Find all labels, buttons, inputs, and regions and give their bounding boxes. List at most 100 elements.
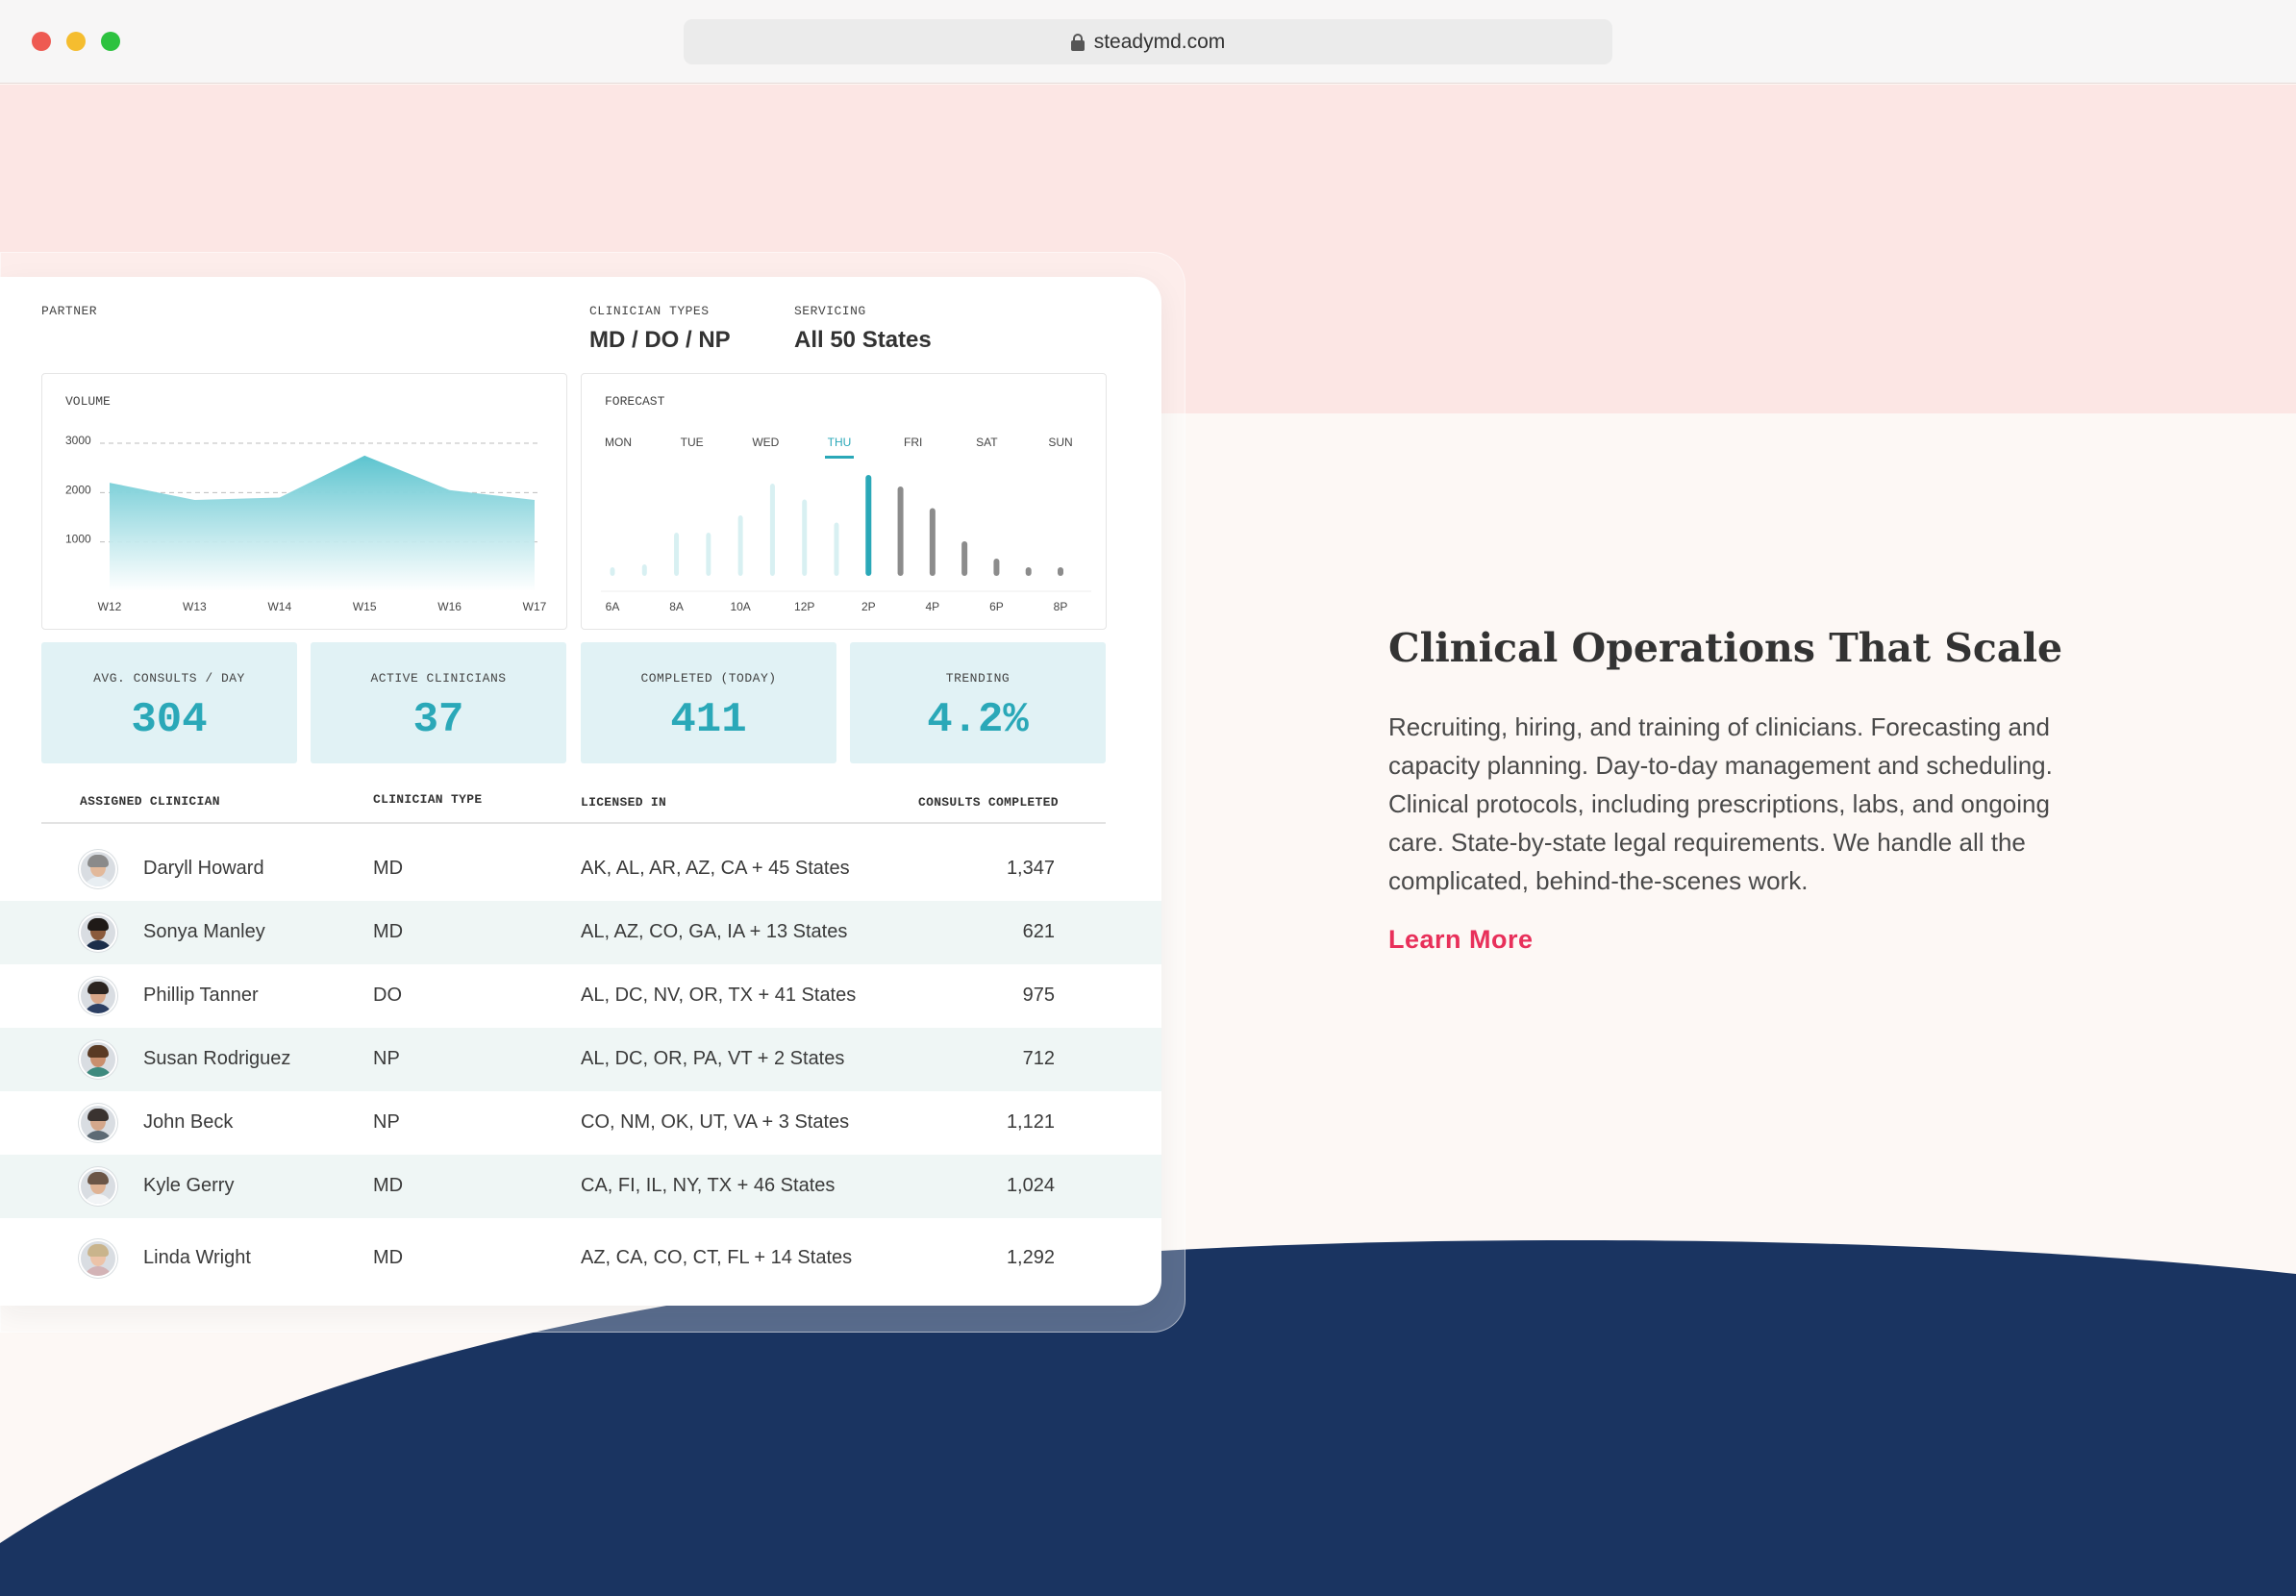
volume-y-tick: 3000 <box>65 434 91 447</box>
consults-completed: 1,347 <box>1006 858 1055 879</box>
stat-value: 304 <box>131 696 208 744</box>
volume-area <box>110 455 535 591</box>
clinician-type: MD <box>373 1175 404 1196</box>
stat-label: ACTIVE CLINICIANS <box>370 671 507 686</box>
table-row[interactable]: Phillip Tanner DO AL, DC, NV, OR, TX + 4… <box>0 964 1161 1028</box>
stat-label: TRENDING <box>945 671 1011 686</box>
avatar <box>79 913 117 952</box>
section-headline: Clinical Operations That Scale <box>1388 625 2063 671</box>
forecast-x-tick: 8P <box>1054 600 1068 613</box>
clinician-name: John Beck <box>143 1111 234 1133</box>
avatar <box>79 977 117 1015</box>
volume-chart-panel: VOLUME 1000 2000 3000 W12 W13 W14 W15 W16 W17 <box>41 373 567 630</box>
forecast-day-tab[interactable]: WED <box>752 436 779 449</box>
avatar <box>79 1104 117 1142</box>
licensed-in: AK, AL, AR, AZ, CA + 45 States <box>581 858 850 879</box>
servicing-value: All 50 States <box>794 327 932 353</box>
table-row[interactable]: Linda Wright MD AZ, CA, CO, CT, FL + 14 … <box>0 1227 1161 1290</box>
table-row[interactable]: Kyle Gerry MD CA, FI, IL, NY, TX + 46 St… <box>0 1155 1161 1218</box>
forecast-day-tab[interactable]: SAT <box>976 436 998 449</box>
forecast-x-tick: 2P <box>861 600 876 613</box>
servicing-label: SERVICING <box>794 304 866 318</box>
column-header-clinician-type[interactable]: CLINICIAN TYPE <box>373 792 482 807</box>
volume-title: VOLUME <box>65 394 111 409</box>
volume-y-tick: 1000 <box>65 533 91 546</box>
column-header-licensed-in[interactable]: LICENSED IN <box>581 795 666 810</box>
selected-day-indicator <box>825 456 854 459</box>
forecast-bar <box>641 564 647 576</box>
licensed-in: CO, NM, OK, UT, VA + 3 States <box>581 1111 850 1133</box>
consults-completed: 712 <box>1022 1048 1055 1069</box>
table-row[interactable]: Sonya Manley MD AL, AZ, CO, GA, IA + 13 … <box>0 901 1161 964</box>
volume-x-tick: W16 <box>437 600 462 613</box>
forecast-day-tab[interactable]: MON <box>605 436 632 449</box>
clinician-type: MD <box>373 921 404 942</box>
avatar <box>79 1239 117 1278</box>
forecast-day-tab[interactable]: FRI <box>904 436 922 449</box>
stat-label: COMPLETED (TODAY) <box>640 671 777 686</box>
clinician-type: NP <box>373 1111 400 1133</box>
clinician-types-value: MD / DO / NP <box>589 327 731 353</box>
table-header-divider <box>41 822 1106 824</box>
licensed-in: AL, AZ, CO, GA, IA + 13 States <box>581 921 848 942</box>
forecast-bar <box>993 559 1000 576</box>
licensed-in: AL, DC, NV, OR, TX + 41 States <box>581 985 857 1006</box>
forecast-bar <box>865 475 872 576</box>
forecast-day-tab[interactable]: SUN <box>1048 436 1072 449</box>
clinician-name: Susan Rodriguez <box>143 1048 291 1069</box>
forecast-bar <box>961 541 968 576</box>
forecast-x-tick: 10A <box>730 600 750 613</box>
stat-label: AVG. CONSULTS / DAY <box>93 671 245 686</box>
table-row[interactable]: Daryll Howard MD AK, AL, AR, AZ, CA + 45… <box>0 837 1161 901</box>
forecast-bar <box>610 567 615 576</box>
licensed-in: AL, DC, OR, PA, VT + 2 States <box>581 1048 845 1069</box>
consults-completed: 1,024 <box>1006 1175 1055 1196</box>
consults-completed: 975 <box>1022 985 1055 1006</box>
learn-more-link[interactable]: Learn More <box>1388 925 1534 955</box>
partner-label: PARTNER <box>41 304 98 318</box>
forecast-bar <box>1025 567 1032 576</box>
forecast-bar <box>802 499 808 576</box>
forecast-bar <box>769 484 775 576</box>
clinician-type: DO <box>373 985 402 1006</box>
forecast-day-tab[interactable]: THU <box>828 436 852 449</box>
table-row[interactable]: Susan Rodriguez NP AL, DC, OR, PA, VT + … <box>0 1028 1161 1091</box>
volume-x-tick: W13 <box>183 600 207 613</box>
consults-completed: 1,121 <box>1006 1111 1055 1133</box>
forecast-bar <box>834 522 839 576</box>
stat-avg-consults: AVG. CONSULTS / DAY 304 <box>41 642 297 763</box>
forecast-bar <box>706 533 711 576</box>
volume-x-tick: W15 <box>353 600 377 613</box>
section-body: Recruiting, hiring, and training of clin… <box>1388 712 2053 895</box>
volume-x-tick: W17 <box>523 600 547 613</box>
licensed-in: CA, FI, IL, NY, TX + 46 States <box>581 1175 836 1196</box>
stat-trending: TRENDING 4.2% <box>850 642 1106 763</box>
stat-active-clinicians: ACTIVE CLINICIANS 37 <box>311 642 566 763</box>
volume-x-tick: W14 <box>267 600 291 613</box>
clinician-name: Kyle Gerry <box>143 1175 235 1196</box>
clinician-name: Linda Wright <box>143 1247 251 1268</box>
clinician-type: MD <box>373 1247 404 1268</box>
forecast-title: FORECAST <box>605 394 665 409</box>
forecast-chart-panel: FORECAST MON TUE WED THU FRI SAT SUN 6A 8A 10A 12… <box>581 373 1107 630</box>
forecast-bar <box>929 508 936 576</box>
column-header-consults-completed[interactable]: CONSULTS COMPLETED <box>918 795 1059 810</box>
forecast-x-tick: 4P <box>926 600 940 613</box>
forecast-x-tick: 6P <box>989 600 1004 613</box>
dashboard-card: PARTNER CLINICIAN TYPES MD / DO / NP SER… <box>0 277 1161 1306</box>
consults-completed: 621 <box>1022 921 1055 942</box>
forecast-day-tab[interactable]: TUE <box>681 436 704 449</box>
stat-value: 4.2% <box>927 696 1029 744</box>
clinician-name: Daryll Howard <box>143 858 264 879</box>
forecast-bar <box>737 515 743 576</box>
forecast-x-tick: 6A <box>606 600 620 613</box>
volume-chart: VOLUME 1000 2000 3000 W12 W13 W14 W15 W16 W17 <box>65 394 547 613</box>
volume-y-tick: 2000 <box>65 483 91 496</box>
column-header-assigned-clinician[interactable]: ASSIGNED CLINICIAN <box>80 794 220 809</box>
table-row[interactable]: John Beck NP CO, NM, OK, UT, VA + 3 Stat… <box>0 1091 1161 1155</box>
clinician-name: Phillip Tanner <box>143 985 259 1006</box>
forecast-bar <box>1058 567 1063 576</box>
forecast-bar <box>674 533 680 576</box>
forecast-bar <box>897 486 904 576</box>
stat-completed-today: COMPLETED (TODAY) 411 <box>581 642 836 763</box>
